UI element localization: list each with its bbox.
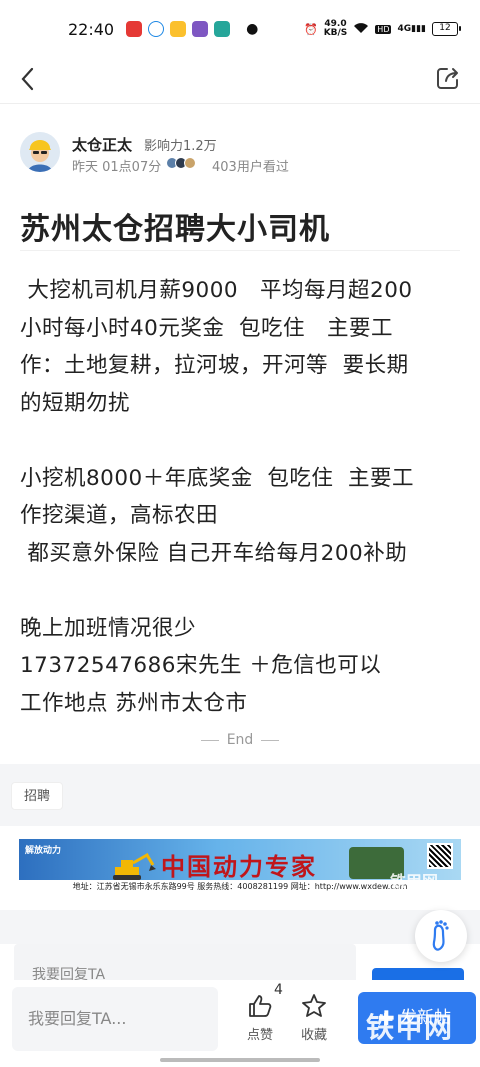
- like-count: 4: [274, 982, 283, 998]
- qr-code: [427, 843, 453, 869]
- body-line: 17372547686宋先生 ＋危信也可以: [20, 653, 382, 678]
- net-speed: 49.0 KB/S: [323, 19, 348, 38]
- body-line: [20, 572, 470, 610]
- status-right: ⏰ 49.0 KB/S HD 4G▮▮▮ 12: [303, 19, 461, 38]
- notification-icons: ●: [126, 21, 258, 37]
- body-line: 小挖机8000＋年底奖金 包吃住 主要工: [20, 465, 415, 491]
- divider: [20, 250, 460, 251]
- hd-icon: HD: [375, 24, 392, 34]
- post-title: 苏州太仓招聘大小司机: [20, 212, 330, 247]
- excavator-icon: [113, 852, 156, 880]
- body-line: 小时每小时40元奖金 包吃住 主要工: [20, 315, 394, 341]
- app-notification-icon: [192, 21, 209, 37]
- viewer-avatar: [184, 157, 196, 169]
- status-time: 22:40: [68, 19, 115, 39]
- favorite-label: 收藏: [300, 1028, 327, 1043]
- viewer-avatars: [166, 157, 196, 169]
- ad-brand-logo: 解放动力: [25, 846, 62, 856]
- ad-watermark: 铁甲网: [390, 872, 439, 891]
- app-notification-icon: [214, 21, 231, 37]
- body-line: 作：土地复耕，拉河坡，开河等 要长期: [20, 353, 409, 378]
- watermark: 铁甲网: [366, 1011, 454, 1044]
- battery-icon: 12: [432, 22, 461, 36]
- signal-icon: 4G▮▮▮: [397, 24, 426, 34]
- footprint-icon: [432, 920, 449, 951]
- end-marker: End: [0, 732, 480, 748]
- body-line: 都买意外保险 自己开车给每月200补助: [20, 540, 408, 566]
- share-button[interactable]: [434, 64, 462, 92]
- viewer-count: 403用户看过: [212, 160, 289, 175]
- thumbs-up-icon: [249, 995, 272, 1017]
- star-icon: [302, 994, 326, 1017]
- back-button[interactable]: [14, 64, 44, 94]
- nav-bar: [0, 58, 480, 104]
- like-label: 点赞: [246, 1028, 273, 1043]
- worker-avatar-icon: [20, 132, 60, 172]
- body-line: 的短期勿扰: [20, 390, 131, 416]
- divider: [261, 739, 280, 741]
- divider: [200, 739, 219, 741]
- post-time: 昨天 01点07分: [72, 160, 162, 175]
- app-notification-icon: [126, 21, 143, 37]
- influence-label: 影响力1.2万: [144, 139, 217, 154]
- tag-chip[interactable]: 招聘: [11, 782, 64, 810]
- body-line: 作挖渠道，高标农田: [20, 503, 219, 528]
- status-bar: 22:40 ● ⏰ 49.0 KB/S HD 4G▮▮▮ 12: [0, 0, 480, 58]
- footprint-button[interactable]: [415, 910, 467, 962]
- body-line: [20, 422, 470, 460]
- post-body: 大挖机司机月薪9000 平均每月超200 小时每小时40元奖金 包吃住 主要工 作：…: [20, 272, 470, 722]
- author-header: 太仓正太 影响力1.2万 昨天 01点07分 403用户看过: [20, 130, 460, 178]
- avatar[interactable]: [20, 132, 60, 172]
- mail-icon: [170, 21, 187, 37]
- author-name[interactable]: 太仓正太: [72, 134, 132, 155]
- body-line: 晚上加班情况很少: [20, 615, 197, 641]
- favorite-button[interactable]: 收藏: [294, 986, 334, 1046]
- ad-title: 中国动力专家: [161, 853, 317, 881]
- body-line: 工作地点 苏州市太仓市: [20, 690, 248, 716]
- alarm-icon: ⏰: [303, 22, 318, 36]
- wifi-icon: [353, 22, 369, 37]
- back-arrow-icon: [21, 67, 34, 91]
- more-notifications-icon: ●: [246, 21, 259, 37]
- home-indicator: [160, 1058, 320, 1062]
- reply-input[interactable]: 我要回复TA...: [12, 987, 218, 1051]
- share-icon: [437, 68, 458, 89]
- qq-icon: [148, 21, 165, 37]
- body-line: 大挖机司机月薪9000 平均每月超200: [20, 278, 413, 303]
